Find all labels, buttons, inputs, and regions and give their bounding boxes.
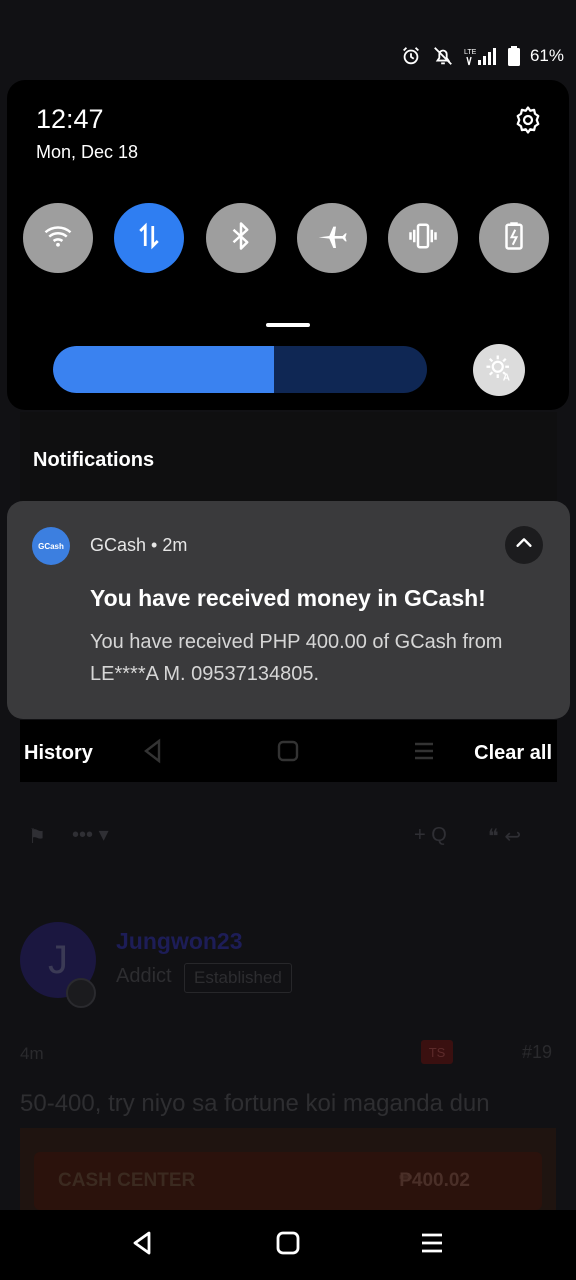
svg-text:LTE: LTE — [464, 49, 477, 56]
background-toolbar: ⚑ ••• ▾ + Q ❝ ↩ — [0, 800, 576, 870]
ghost-home-icon — [276, 738, 300, 769]
cash-center-label: CASH CENTER — [58, 1170, 196, 1191]
cash-amount: ₱400.02 — [399, 1170, 470, 1191]
more-icon: ••• ▾ — [72, 824, 109, 846]
status-bar: LTE 61% — [0, 36, 576, 76]
tile-bluetooth[interactable] — [206, 203, 276, 273]
ghost-back-icon — [142, 738, 164, 769]
vibrate-icon — [408, 221, 438, 256]
alarm-icon — [400, 45, 422, 67]
post-time: 4m — [20, 1044, 44, 1063]
post-image: CASH CENTER ₱400.02 — [20, 1128, 556, 1210]
user-badge: Established — [184, 963, 292, 993]
settings-button[interactable] — [510, 104, 546, 140]
status-icons: LTE 61% — [400, 36, 564, 76]
ts-badge: TS — [421, 1040, 453, 1064]
tile-mobile-data[interactable] — [114, 203, 184, 273]
collapse-button[interactable] — [505, 526, 543, 564]
flag-icon: ⚑ — [28, 826, 46, 848]
notification-separator: • — [151, 535, 158, 555]
home-button[interactable] — [268, 1228, 308, 1262]
ghost-menu-icon — [412, 738, 436, 769]
clock-date[interactable]: Mon, Dec 18 — [36, 142, 138, 163]
notification-title: You have received money in GCash! — [90, 585, 486, 611]
drag-handle[interactable] — [266, 323, 310, 327]
brightness-fill — [53, 346, 274, 393]
gcash-icon-text: GCash — [38, 541, 64, 551]
gcash-app-icon: GCash — [32, 527, 70, 565]
notification-body: You have received PHP 400.00 of GCash fr… — [90, 631, 503, 685]
chevron-up-icon — [513, 532, 535, 559]
auto-brightness-button[interactable]: A — [473, 344, 525, 396]
airplane-icon — [316, 220, 348, 257]
notification-time: 2m — [162, 535, 188, 555]
recents-button[interactable] — [412, 1228, 452, 1262]
back-icon — [130, 1229, 154, 1262]
data-arrows-icon — [136, 221, 162, 256]
username: Jungwon23 — [116, 928, 243, 954]
back-button[interactable] — [122, 1228, 162, 1262]
home-icon — [275, 1230, 301, 1261]
cash-center-banner: CASH CENTER ₱400.02 — [34, 1152, 542, 1210]
auto-brightness-icon: A — [484, 353, 514, 388]
svg-text:A: A — [503, 372, 510, 383]
tile-vibrate[interactable] — [388, 203, 458, 273]
avatar-letter: J — [48, 937, 68, 982]
battery-icon — [507, 46, 520, 66]
notification-app-name: GCash — [90, 535, 147, 555]
notifications-header: Notifications — [33, 449, 155, 471]
menu-icon — [420, 1231, 444, 1260]
bluetooth-icon — [228, 221, 254, 256]
quote-icon: ❝ ↩ — [488, 826, 522, 848]
clock-time[interactable]: 12:47 — [36, 104, 104, 135]
add-quote-icon: + Q — [414, 824, 447, 846]
lte-signal-icon: LTE — [464, 45, 498, 67]
tile-battery-saver[interactable] — [479, 203, 549, 273]
notification-meta: GCash • 2m — [90, 535, 187, 556]
tile-wifi[interactable] — [23, 203, 93, 273]
battery-saver-icon — [501, 221, 527, 256]
post-text: 50-400, try niyo sa fortune koi maganda … — [20, 1090, 490, 1117]
brightness-slider[interactable] — [53, 346, 427, 393]
post-number: #19 — [522, 1042, 553, 1062]
battery-percent: 61% — [529, 46, 564, 65]
wifi-icon — [43, 221, 73, 256]
user-rank: Addict — [116, 965, 172, 987]
tile-airplane-mode[interactable] — [297, 203, 367, 273]
gear-icon — [513, 105, 543, 140]
history-button[interactable]: History — [24, 742, 93, 765]
avatar-status-icon — [66, 978, 96, 1008]
clear-all-button[interactable]: Clear all — [474, 742, 552, 765]
mute-icon — [432, 45, 454, 67]
